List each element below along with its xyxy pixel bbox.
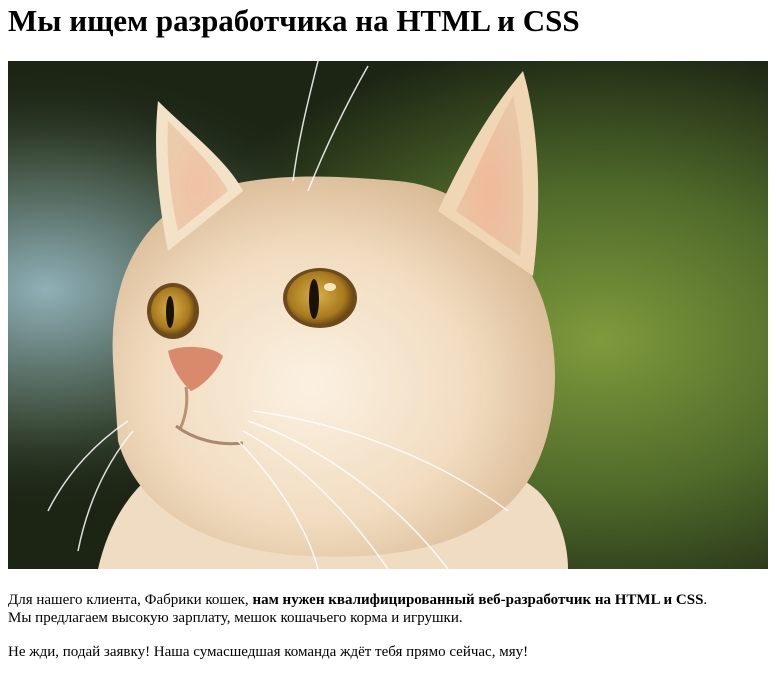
cat-photo bbox=[8, 61, 768, 569]
intro-text: Для нашего клиента, Фабрики кошек, bbox=[8, 592, 253, 608]
call-to-action-paragraph: Не жди, подай заявку! Наша сумасшедшая к… bbox=[8, 644, 529, 660]
page: Мы ищем разработчика на HTML и CSS Для н… bbox=[0, 0, 777, 673]
intro-paragraph: Для нашего клиента, Фабрики кошек, нам н… bbox=[8, 591, 768, 627]
page-title: Мы ищем разработчика на HTML и CSS bbox=[8, 3, 580, 38]
offer-text: Мы предлагаем высокую зарплату, мешок ко… bbox=[8, 610, 463, 626]
intro-bold-text: нам нужен квалифицированный веб-разработ… bbox=[252, 592, 704, 608]
intro-period: . bbox=[703, 592, 708, 608]
